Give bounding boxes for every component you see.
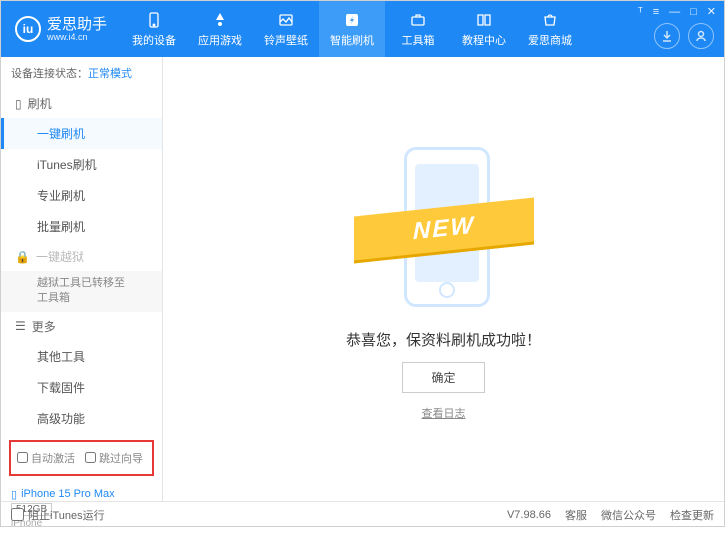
minimize-icon[interactable]: — [669,6,680,18]
cart-icon[interactable]: ᵀ [638,6,643,18]
sidebar-group-jailbreak: 🔒一键越狱 [1,242,162,271]
store-icon [541,11,559,29]
flash-icon [343,11,361,29]
brand-logo: iu 爱思助手 www.i4.cn [1,16,121,42]
logo-icon: iu [15,16,41,42]
device-status: 设备连接状态：正常模式 [1,57,162,89]
auto-activate-checkbox[interactable]: 自动激活 [17,450,75,466]
app-header: iu 爱思助手 www.i4.cn 我的设备 应用游戏 铃声壁纸 智能刷机 工具… [1,1,724,57]
view-log-link[interactable]: 查看日志 [422,405,466,421]
wallpaper-icon [277,11,295,29]
download-button[interactable] [654,23,680,49]
user-button[interactable] [688,23,714,49]
wechat-link[interactable]: 微信公众号 [601,507,656,523]
nav-toolbox[interactable]: 工具箱 [385,1,451,57]
success-message: 恭喜您，保资料刷机成功啦！ [346,329,541,350]
brand-url: www.i4.cn [47,32,107,42]
nav-flash[interactable]: 智能刷机 [319,1,385,57]
device-name[interactable]: ▯iPhone 15 Pro Max [11,488,152,501]
new-ribbon: NEW [354,198,534,261]
nav-store[interactable]: 爱思商城 [517,1,583,57]
nav-ringtones[interactable]: 铃声壁纸 [253,1,319,57]
main-content: NEW 恭喜您，保资料刷机成功啦！ 确定 查看日志 [163,57,724,501]
sidebar-item-pro[interactable]: 专业刷机 [1,180,162,211]
nav-apps[interactable]: 应用游戏 [187,1,253,57]
top-nav: 我的设备 应用游戏 铃声壁纸 智能刷机 工具箱 教程中心 爱思商城 [121,1,583,57]
menu-icon[interactable]: ≡ [653,6,659,18]
close-icon[interactable]: ✕ [707,5,716,18]
success-illustration: NEW [344,137,544,317]
sidebar-group-flash[interactable]: ▯刷机 [1,89,162,118]
block-itunes-checkbox[interactable]: 阻止iTunes运行 [11,507,105,523]
sidebar-jailbreak-note: 越狱工具已转移至 工具箱 [1,271,162,312]
phone-icon [145,11,163,29]
header-actions [654,23,714,49]
maximize-icon[interactable]: □ [690,6,697,18]
skip-guide-checkbox[interactable]: 跳过向导 [85,450,143,466]
sidebar-item-other[interactable]: 其他工具 [1,341,162,372]
book-icon [475,11,493,29]
menu-lines-icon: ☰ [15,319,26,333]
sidebar-group-more[interactable]: ☰更多 [1,312,162,341]
update-link[interactable]: 检查更新 [670,507,714,523]
sidebar-item-firmware[interactable]: 下载固件 [1,372,162,403]
version-label: V7.98.66 [507,509,551,521]
device-icon: ▯ [11,488,17,501]
brand-name: 爱思助手 [47,17,107,32]
lock-icon: 🔒 [15,250,30,264]
support-link[interactable]: 客服 [565,507,587,523]
ok-button[interactable]: 确定 [402,362,484,393]
toolbox-icon [409,11,427,29]
app-icon [211,11,229,29]
options-highlighted: 自动激活 跳过向导 [9,440,154,476]
sidebar-item-oneclick[interactable]: 一键刷机 [1,118,162,149]
nav-my-device[interactable]: 我的设备 [121,1,187,57]
phone-small-icon: ▯ [15,97,22,111]
nav-tutorials[interactable]: 教程中心 [451,1,517,57]
sidebar-item-advanced[interactable]: 高级功能 [1,403,162,434]
sidebar-item-batch[interactable]: 批量刷机 [1,211,162,242]
window-controls: ᵀ ≡ — □ ✕ [638,5,716,18]
sidebar-item-itunes[interactable]: iTunes刷机 [1,149,162,180]
sidebar: 设备连接状态：正常模式 ▯刷机 一键刷机 iTunes刷机 专业刷机 批量刷机 … [1,57,163,501]
